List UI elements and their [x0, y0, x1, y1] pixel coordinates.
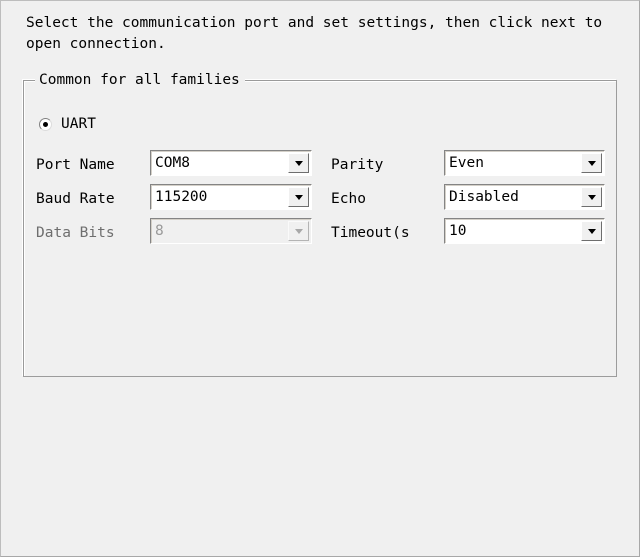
parity-dropdown-button[interactable]: [581, 153, 602, 173]
groupbox-title: Common for all families: [35, 71, 245, 89]
instruction-text: Select the communication port and set se…: [26, 15, 611, 52]
chevron-down-icon: [587, 228, 596, 234]
echo-combobox[interactable]: Disabled: [444, 184, 605, 210]
timeout-value: 10: [449, 223, 467, 239]
parity-combobox[interactable]: Even: [444, 150, 605, 176]
timeout-dropdown-button[interactable]: [581, 221, 602, 241]
parity-label: Parity: [331, 157, 384, 173]
port-name-label: Port Name: [36, 157, 115, 173]
uart-radio-label: UART: [61, 116, 96, 132]
baud-rate-value: 115200: [155, 189, 208, 205]
uart-radio-row[interactable]: UART: [39, 115, 96, 133]
connection-settings-window: Select the communication port and set se…: [0, 0, 640, 557]
echo-value: Disabled: [449, 189, 519, 205]
chevron-down-icon: [294, 194, 303, 200]
port-name-dropdown-button[interactable]: [288, 153, 309, 173]
port-name-combobox[interactable]: COM8: [150, 150, 312, 176]
baud-rate-label: Baud Rate: [36, 191, 115, 207]
data-bits-label: Data Bits: [36, 225, 115, 241]
timeout-combobox[interactable]: 10: [444, 218, 605, 244]
baud-rate-dropdown-button[interactable]: [288, 187, 309, 207]
radio-selected-icon[interactable]: [39, 117, 52, 131]
chevron-down-icon: [294, 228, 303, 234]
baud-rate-combobox[interactable]: 115200: [150, 184, 312, 210]
data-bits-dropdown-button: [288, 221, 309, 241]
parity-value: Even: [449, 155, 484, 171]
echo-label: Echo: [331, 191, 366, 207]
data-bits-combobox: 8: [150, 218, 312, 244]
data-bits-value: 8: [155, 223, 164, 239]
chevron-down-icon: [587, 194, 596, 200]
echo-dropdown-button[interactable]: [581, 187, 602, 207]
chevron-down-icon: [294, 160, 303, 166]
port-name-value: COM8: [155, 155, 190, 171]
chevron-down-icon: [587, 160, 596, 166]
timeout-label: Timeout(s: [331, 225, 410, 241]
